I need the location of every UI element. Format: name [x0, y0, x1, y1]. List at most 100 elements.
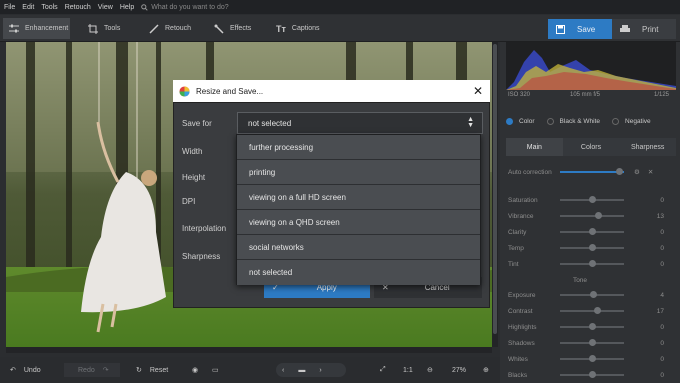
- slider-track[interactable]: [560, 196, 624, 203]
- menu-retouch[interactable]: Retouch: [65, 4, 91, 11]
- slider-track[interactable]: [560, 339, 624, 346]
- option-further-processing[interactable]: further processing: [237, 135, 480, 160]
- slider-row: Vibrance 13: [508, 210, 666, 222]
- color-mode-group: Color Black & White Negative: [506, 114, 676, 128]
- canvas-vertical-scrollbar[interactable]: [492, 42, 498, 347]
- slider-knob[interactable]: [588, 244, 596, 251]
- tab-captions[interactable]: Tт Captions: [270, 18, 330, 39]
- printer-icon: [620, 24, 630, 32]
- gear-icon[interactable]: ⚙: [634, 168, 640, 176]
- slider-row: Saturation 0: [508, 194, 666, 206]
- menu-tools[interactable]: Tools: [41, 4, 57, 11]
- undo-label: Undo: [23, 366, 41, 374]
- tab-effects[interactable]: Effects: [208, 18, 266, 39]
- slider-value: 0: [660, 323, 664, 331]
- slider-label: Whites: [508, 355, 528, 363]
- zoom-out-icon[interactable]: ⊖: [427, 363, 433, 377]
- color-radio-label: Color: [519, 117, 535, 125]
- right-panel: ISO 320 105 mm f/5 1/125 Color Black & W…: [500, 42, 680, 383]
- slider-track[interactable]: [560, 212, 624, 219]
- search-box[interactable]: What do you want to do?: [141, 3, 229, 11]
- width-label: Width: [182, 147, 203, 156]
- slider-knob[interactable]: [588, 339, 596, 346]
- slider-knob[interactable]: [588, 371, 596, 378]
- slider-knob[interactable]: [588, 196, 596, 203]
- close-icon[interactable]: ✕: [648, 168, 653, 176]
- slider-track[interactable]: [560, 228, 624, 235]
- interpolation-label: Interpolation: [182, 224, 227, 233]
- save-button[interactable]: Save: [548, 19, 612, 39]
- negative-radio-label: Negative: [625, 117, 651, 125]
- option-full-hd[interactable]: viewing on a full HD screen: [237, 185, 480, 210]
- bw-radio[interactable]: [546, 117, 554, 125]
- search-placeholder: What do you want to do?: [151, 3, 229, 11]
- menu-help[interactable]: Help: [120, 4, 134, 11]
- sharpness-label: Sharpness: [182, 252, 221, 261]
- tab-tools-label: Tools: [104, 25, 121, 32]
- slider-knob[interactable]: [588, 260, 596, 267]
- fit-screen-icon[interactable]: ⤢: [380, 363, 386, 377]
- menu-edit[interactable]: Edit: [22, 4, 34, 11]
- undo-button[interactable]: ↶ Undo: [10, 363, 41, 377]
- split-view-icon: ▭: [212, 367, 219, 374]
- compare-button[interactable]: ▭: [212, 363, 219, 377]
- prev-icon[interactable]: ‹: [282, 367, 284, 374]
- tab-colors[interactable]: Colors: [562, 138, 620, 156]
- zoom-ratio-button[interactable]: 1:1: [403, 363, 413, 377]
- slider-row: Contrast 17: [508, 305, 666, 317]
- slider-track[interactable]: [560, 291, 624, 298]
- redo-label: Redo: [78, 366, 95, 374]
- slider-knob[interactable]: [589, 291, 597, 298]
- negative-radio[interactable]: [612, 117, 620, 125]
- folder-icon[interactable]: ▬: [298, 367, 305, 374]
- auto-correction-row: Auto correction ⚙ ✕: [508, 166, 666, 178]
- menu-bar: File Edit Tools Retouch View Help What d…: [0, 0, 680, 14]
- zoom-in-icon[interactable]: ⊕: [483, 363, 489, 377]
- canvas-horizontal-scrollbar[interactable]: [6, 347, 492, 353]
- redo-button[interactable]: Redo ↷: [64, 363, 120, 377]
- floppy-icon: [556, 24, 565, 34]
- auto-correction-knob[interactable]: [616, 168, 623, 175]
- eye-icon[interactable]: ◉: [192, 363, 198, 377]
- save-for-label: Save for: [182, 119, 212, 128]
- menu-view[interactable]: View: [98, 4, 113, 11]
- reset-button[interactable]: ↻ Reset: [136, 363, 168, 377]
- iso-value: ISO 320: [508, 92, 531, 98]
- color-radio[interactable]: [506, 117, 513, 125]
- slider-label: Clarity: [508, 228, 527, 236]
- slider-knob[interactable]: [588, 355, 596, 362]
- option-not-selected[interactable]: not selected: [237, 260, 480, 285]
- print-button[interactable]: Print: [612, 19, 676, 39]
- slider-knob[interactable]: [588, 228, 596, 235]
- auto-correction-slider[interactable]: [560, 168, 624, 175]
- slider-track[interactable]: [560, 371, 624, 378]
- slider-knob[interactable]: [594, 212, 602, 219]
- option-qhd[interactable]: viewing on a QHD screen: [237, 210, 480, 235]
- menu-file[interactable]: File: [4, 4, 15, 11]
- slider-knob[interactable]: [588, 323, 596, 330]
- slider-value: 0: [660, 371, 664, 379]
- tab-sharpness[interactable]: Sharpness: [619, 138, 677, 156]
- slider-track[interactable]: [560, 260, 624, 267]
- option-printing[interactable]: printing: [237, 160, 480, 185]
- tab-retouch[interactable]: Retouch: [143, 18, 203, 39]
- save-for-select[interactable]: not selected ▲ ▼: [237, 112, 483, 134]
- zoom-level[interactable]: 27%: [452, 363, 466, 377]
- slider-value: 13: [656, 212, 664, 220]
- slider-track[interactable]: [560, 355, 624, 362]
- slider-track[interactable]: [560, 244, 624, 251]
- shutter-value: 1/125: [654, 92, 670, 98]
- slider-knob[interactable]: [593, 307, 601, 314]
- tab-tools[interactable]: Tools: [82, 18, 137, 39]
- tab-main[interactable]: Main: [506, 138, 563, 156]
- dialog-titlebar: Resize and Save... ✕: [173, 80, 490, 102]
- option-social-networks[interactable]: social networks: [237, 235, 480, 260]
- dialog-title: Resize and Save...: [196, 86, 264, 96]
- slider-track[interactable]: [560, 307, 624, 314]
- scroll-thumb[interactable]: [493, 44, 497, 334]
- close-icon[interactable]: ✕: [473, 84, 483, 98]
- next-icon[interactable]: ›: [319, 367, 321, 374]
- slider-track[interactable]: [560, 323, 624, 330]
- slider-label: Shadows: [508, 339, 535, 347]
- tab-enhancement[interactable]: Enhancement: [3, 18, 70, 39]
